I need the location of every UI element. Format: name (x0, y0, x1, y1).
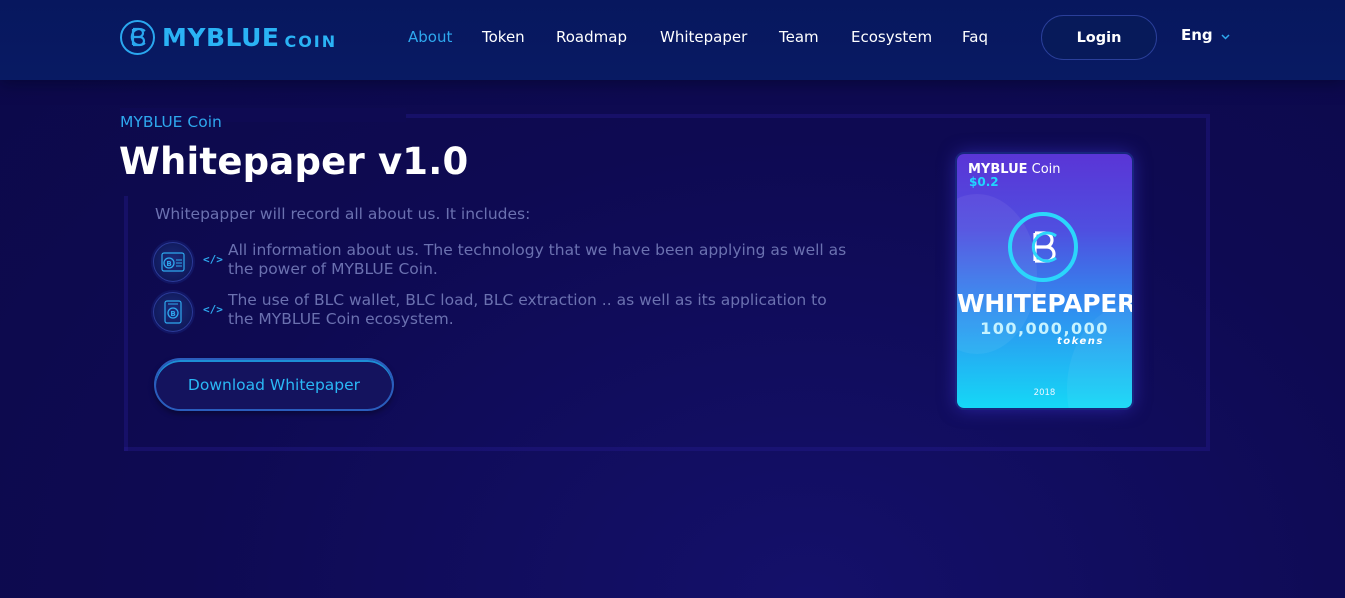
navbar: MYBLUE COIN About Token Roadmap Whitepap… (0, 0, 1345, 80)
document-coin-icon: B (153, 242, 193, 282)
feature-item: B </> The use of BLC wallet, BLC load, B… (153, 291, 853, 336)
svg-text:B: B (166, 260, 171, 268)
svg-text:B: B (170, 310, 175, 318)
code-icon: </> (203, 253, 223, 266)
language-label: Eng (1181, 26, 1213, 44)
coin-logo-icon (1008, 212, 1078, 282)
download-whitepaper-button[interactable]: Download Whitepaper (154, 358, 394, 411)
feature-text: All information about us. The technology… (228, 241, 847, 278)
card-year: 2018 (1033, 388, 1056, 398)
card-token-amount: 100,000,000 (980, 319, 1109, 338)
section-intro: Whitepapper will record all about us. It… (155, 205, 531, 223)
card-price: $0.2 (969, 175, 999, 189)
language-selector[interactable]: Eng (1181, 26, 1230, 44)
code-icon: </> (203, 303, 223, 316)
nav-faq[interactable]: Faq (962, 28, 988, 46)
nav-token[interactable]: Token (482, 28, 525, 46)
nav-ecosystem[interactable]: Ecosystem (851, 28, 932, 46)
wallet-coin-icon: B (153, 292, 193, 332)
nav-roadmap[interactable]: Roadmap (556, 28, 627, 46)
feature-text: The use of BLC wallet, BLC load, BLC ext… (228, 291, 827, 328)
content-frame-left-edge (124, 196, 128, 451)
card-title: WHITEPAPER (957, 289, 1132, 318)
nav-whitepaper[interactable]: Whitepaper (660, 28, 747, 46)
card-token-unit: tokens (1057, 336, 1104, 347)
whitepaper-cover-card: MYBLUE Coin $0.2 WHITEPAPER 100,000,000 … (957, 154, 1132, 408)
nav-about[interactable]: About (408, 28, 452, 46)
login-button[interactable]: Login (1041, 15, 1157, 60)
chevron-down-icon (1221, 30, 1230, 43)
nav-team[interactable]: Team (779, 28, 819, 46)
card-brand-light: Coin (1031, 162, 1061, 177)
feature-item: B </> All information about us. The tech… (153, 241, 853, 286)
page-title: Whitepaper v1.0 (119, 140, 469, 183)
section-eyebrow: MYBLUE Coin (120, 113, 222, 131)
